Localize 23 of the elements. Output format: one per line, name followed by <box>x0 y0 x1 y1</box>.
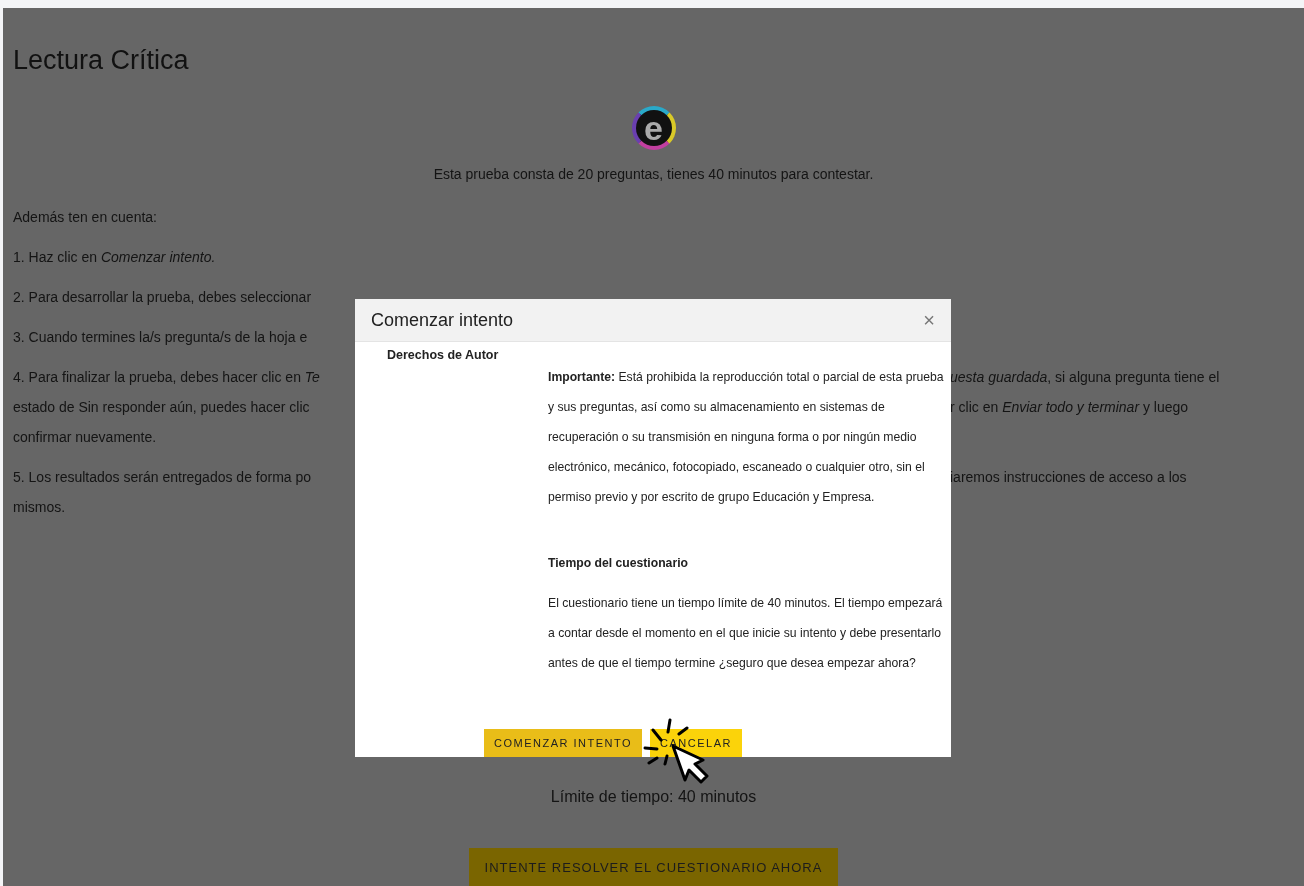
instruction-text: uesta guardada, si alguna pregunta tiene el <box>950 368 1221 387</box>
instruction-text: 1. Haz clic en Comenzar intento. <box>13 248 217 267</box>
instruction-text: iaremos instrucciones de acceso a los <box>950 468 1188 487</box>
instruction-text: 5. Los resultados serán entregados de forma po <box>13 468 313 487</box>
intro-text: Esta prueba consta de 20 preguntas, tienes 40 minutos para contestar. <box>433 166 874 182</box>
instruction-text: confirmar nuevamente. <box>13 428 158 447</box>
copyright-notice: Importante: Está prohibida la reproducción total o parcial de esta prueba y sus preguntas, así como su almacenamiento en sistemas de recuperación o su transmisión en ninguna forma o por ningún medio electrónico, mecánico, fotocopiado, escaneado o cualquier otro, sin el permiso previo y por escrito de grupo Educación y Empresa. <box>548 369 945 506</box>
instruction-text: 3. Cuando termines la/s pregunta/s de la hoja e <box>13 328 309 347</box>
time-heading: Tiempo del cuestionario <box>548 555 689 572</box>
time-notice: El cuestionario tiene un tiempo límite de 40 minutos. El tiempo empezará a contar desde el momento en el que inicie su intento y debe presentarlo antes de que el tiempo termine ¿seguro que desea empezar ahora? <box>548 595 944 672</box>
note-heading: Además ten en cuenta: <box>13 208 158 227</box>
section-label: Derechos de Autor <box>386 347 500 362</box>
time-limit-text: Límite de tiempo: 40 minutos <box>550 788 757 806</box>
brand-logo: e <box>631 106 676 150</box>
instruction-text: mismos. <box>13 498 67 517</box>
dialog-title: Comenzar intento <box>371 309 514 331</box>
close-button[interactable]: × <box>923 308 935 332</box>
instruction-text: 2. Para desarrollar la prueba, debes seleccionar <box>13 288 313 307</box>
page-title: Lectura Crítica <box>13 45 189 76</box>
instruction-text: r clic en Enviar todo y terminar y luego <box>950 398 1190 417</box>
instruction-text: 4. Para finalizar la prueba, debes hacer clic en Te <box>13 368 321 387</box>
instruction-text: estado de Sin responder aún, puedes hacer clic <box>13 398 311 417</box>
start-attempt-button[interactable]: COMENZAR INTENTO <box>484 729 643 757</box>
